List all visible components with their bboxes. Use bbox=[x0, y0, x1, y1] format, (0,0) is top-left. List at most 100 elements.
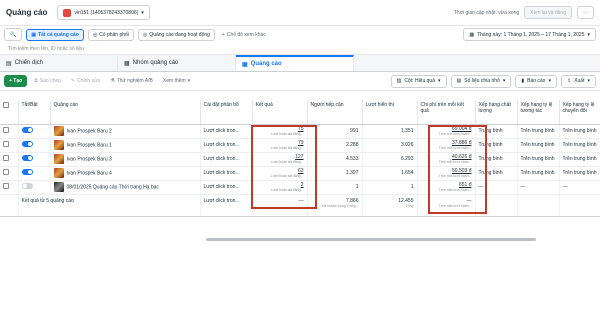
copy-button[interactable]: ⧉ Sao chép bbox=[31, 78, 64, 84]
last-update-text: Thời gian cập nhật: vừa xong bbox=[453, 9, 520, 16]
filter-more-views[interactable]: + Chế độ xem khác bbox=[219, 32, 269, 38]
col-quality-ranking[interactable]: Xếp hạng chất lượng bbox=[475, 100, 518, 125]
columns-button[interactable]: ▥ Cột: Hiệu quả ▾ bbox=[390, 74, 447, 88]
export-button[interactable]: ⇪ Xuất ▾ bbox=[560, 74, 596, 88]
result-sub: Lượt hoàn tất đăng... bbox=[270, 160, 304, 164]
summary-impressions-sub: Tổng bbox=[405, 203, 414, 208]
review-publish-button[interactable]: Xem lại và đăng bbox=[524, 6, 572, 19]
ad-toggle[interactable] bbox=[21, 155, 33, 161]
row-checkbox-cell[interactable] bbox=[0, 166, 19, 181]
tab-campaigns-label: Chiến dịch bbox=[14, 60, 44, 66]
result-sub: Lượt hoàn tất đăng... bbox=[270, 188, 304, 192]
col-cost-per-result[interactable]: Chi phí trên mỗi kết quả bbox=[417, 100, 476, 125]
chevron-down-icon: ▾ bbox=[437, 78, 441, 84]
reports-label: Báo cáo bbox=[527, 78, 546, 84]
row-checkbox-cell[interactable] bbox=[0, 138, 19, 153]
filter-all-ads[interactable]: ▣ Tất cả quảng cáo bbox=[26, 28, 84, 41]
toggle-cell[interactable] bbox=[18, 124, 51, 139]
ad-toggle[interactable] bbox=[21, 183, 33, 189]
reports-button[interactable]: ▮ Báo cáo ▾ bbox=[515, 74, 557, 88]
row-checkbox[interactable] bbox=[3, 141, 9, 147]
row-checkbox-cell[interactable] bbox=[0, 124, 19, 139]
quality-cell: — bbox=[475, 180, 518, 195]
table-row[interactable]: 08/01/2025 Quảng cáo Thời trang Hạ bạc L… bbox=[0, 180, 600, 195]
col-engagement-ranking[interactable]: Xếp hạng tỷ lệ tương tác bbox=[517, 100, 560, 125]
ad-cell[interactable]: Ivan Prospek Baru 2 bbox=[50, 124, 201, 139]
ad-name[interactable]: 08/01/2025 Quảng cáo Thời trang Hạ bạc bbox=[67, 184, 159, 190]
summary-label: Kết quả từ 5 quảng cáo bbox=[18, 194, 201, 217]
toggle-cell[interactable] bbox=[18, 166, 51, 181]
col-impressions[interactable]: Lượt hiển thị bbox=[362, 100, 418, 125]
col-conversion-ranking[interactable]: Xếp hạng tỷ lệ chuyển đổi bbox=[559, 100, 600, 125]
tab-ads-label: Quảng cáo bbox=[250, 61, 282, 67]
quality-cell: Trung bình bbox=[475, 152, 518, 167]
select-all-checkbox[interactable] bbox=[3, 102, 9, 108]
table-row[interactable]: Ivan Prospek Baru 3 Lượt click tron... 1… bbox=[0, 152, 600, 167]
summary-empty-cell bbox=[475, 194, 518, 217]
table-row[interactable]: Ivan Prospek Baru 1 Lượt click tron... 7… bbox=[0, 138, 600, 153]
create-button[interactable]: + Tạo bbox=[4, 75, 28, 87]
ad-cell[interactable]: Ivan Prospek Baru 3 bbox=[50, 152, 201, 167]
table-row[interactable]: Ivan Prospek Baru 2 Lượt click tron... 7… bbox=[0, 124, 600, 139]
filter-bar: 🔍 ▣ Tất cả quảng cáo ◎ Có phân phối ◎ Qu… bbox=[0, 26, 600, 43]
edit-button[interactable]: ✎ Chỉnh sửa bbox=[68, 78, 103, 84]
cost-cell: 40.626 đ Trên mỗi lượt hoàn... bbox=[417, 152, 476, 167]
more-button[interactable]: Xem thêm ▾ bbox=[160, 78, 193, 84]
row-checkbox[interactable] bbox=[3, 183, 9, 189]
ad-thumbnail bbox=[53, 140, 64, 150]
ab-test-button[interactable]: ⚗ Thử nghiệm A/B bbox=[107, 78, 156, 84]
ad-toggle[interactable] bbox=[21, 127, 33, 133]
date-range-picker[interactable]: ▦ Tháng này: 1 Tháng 1, 2025 – 17 Tháng … bbox=[463, 28, 596, 41]
cost-cell: 37.886 đ Trên mỗi lượt hoàn... bbox=[417, 138, 476, 153]
select-all-cell[interactable] bbox=[0, 100, 19, 125]
ad-toggle[interactable] bbox=[21, 169, 33, 175]
search-icon[interactable]: 🔍 bbox=[4, 28, 23, 41]
account-selector[interactable]: vin151 (1405378243370806) ▾ bbox=[57, 5, 150, 20]
ad-name[interactable]: Ivan Prospek Baru 1 bbox=[67, 142, 112, 148]
ad-name[interactable]: Ivan Prospek Baru 3 bbox=[67, 156, 112, 162]
ad-cell[interactable]: 08/01/2025 Quảng cáo Thời trang Hạ bạc bbox=[50, 180, 201, 195]
attribution-cell: Lượt click tron... bbox=[200, 152, 253, 167]
toggle-cell[interactable] bbox=[18, 180, 51, 195]
impressions-cell: 6.293 bbox=[362, 152, 418, 167]
columns-label: Cột: Hiệu quả bbox=[404, 78, 435, 84]
row-checkbox[interactable] bbox=[3, 127, 9, 133]
breakdown-button[interactable]: ▤ Số liệu chia nhỏ ▾ bbox=[450, 74, 512, 88]
ad-name[interactable]: Ivan Prospek Baru 4 bbox=[67, 170, 112, 176]
col-ad[interactable]: Quảng cáo bbox=[50, 100, 201, 125]
tab-ad-sets[interactable]: ▦ Nhóm quảng cáo bbox=[118, 55, 236, 71]
attribution-cell: Lượt click tron... bbox=[200, 166, 253, 181]
ad-toggle[interactable] bbox=[21, 141, 33, 147]
col-attribution[interactable]: Cài đặt phân bổ bbox=[200, 100, 253, 125]
summary-empty-cell bbox=[559, 194, 600, 217]
ad-cell[interactable]: Ivan Prospek Baru 4 bbox=[50, 166, 201, 181]
toggle-cell[interactable] bbox=[18, 138, 51, 153]
filter-active-ads[interactable]: ◎ Quảng cáo đang hoạt động bbox=[137, 28, 215, 41]
more-options-button[interactable]: ⋯ bbox=[577, 6, 594, 19]
table-row[interactable]: Ivan Prospek Baru 4 Lượt click tron... 6… bbox=[0, 166, 600, 181]
conversion-cell: — bbox=[559, 180, 600, 195]
col-reach[interactable]: Người tiếp cận bbox=[307, 100, 363, 125]
row-checkbox-cell[interactable] bbox=[0, 180, 19, 195]
search-input[interactable]: Tìm kiếm theo tên, ID hoặc số liệu bbox=[0, 43, 600, 55]
row-checkbox[interactable] bbox=[3, 155, 9, 161]
row-checkbox-cell[interactable] bbox=[0, 152, 19, 167]
quality-cell: Trung bình bbox=[475, 138, 518, 153]
cost-sub: Trên mỗi lượt hoàn... bbox=[438, 174, 472, 178]
reach-cell: 4.533 bbox=[307, 152, 363, 167]
row-checkbox[interactable] bbox=[3, 169, 9, 175]
attribution-cell: Lượt click tron... bbox=[200, 138, 253, 153]
ad-cell[interactable]: Ivan Prospek Baru 1 bbox=[50, 138, 201, 153]
filter-delivering[interactable]: ◎ Có phân phối bbox=[87, 28, 134, 41]
attribution-cell: Lượt click tron... bbox=[200, 124, 253, 139]
horizontal-scrollbar[interactable] bbox=[206, 238, 536, 241]
toggle-cell[interactable] bbox=[18, 152, 51, 167]
tab-ads[interactable]: ▣ Quảng cáo bbox=[236, 55, 354, 71]
col-results[interactable]: Kết quả bbox=[252, 100, 308, 125]
tab-campaigns[interactable]: ▤ Chiến dịch bbox=[0, 55, 118, 71]
col-toggle[interactable]: Tắt/Bật bbox=[18, 100, 51, 125]
conversion-cell: Trên trung bình bbox=[559, 152, 600, 167]
ad-name[interactable]: Ivan Prospek Baru 2 bbox=[67, 128, 112, 134]
ad-thumbnail bbox=[53, 154, 64, 164]
summary-results: — bbox=[252, 194, 308, 217]
